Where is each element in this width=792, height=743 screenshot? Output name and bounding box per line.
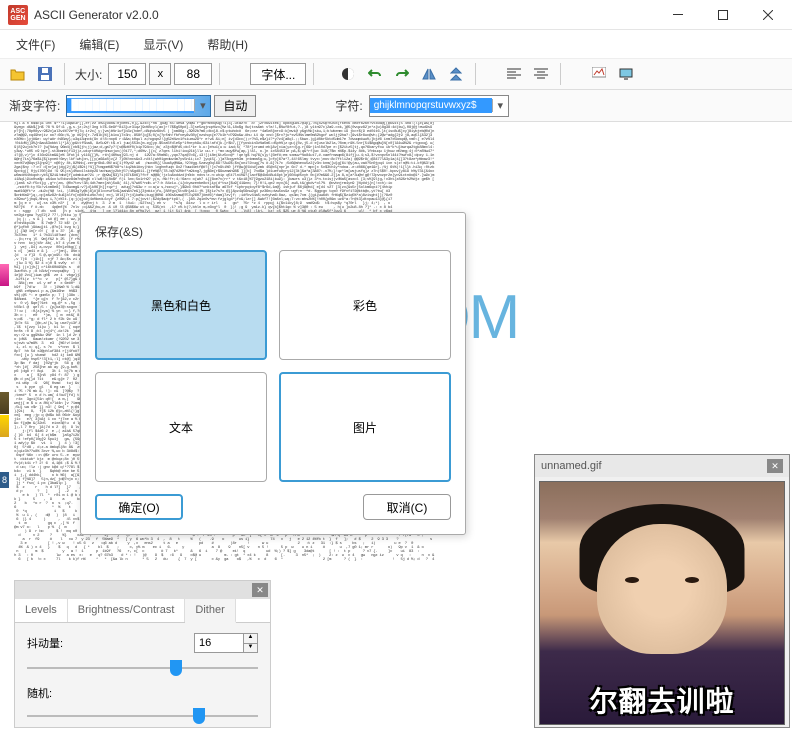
size-label: 大小: [75,66,102,83]
save-dialog: 保存(&S) 黑色和白色 彩色 文本 图片 确定(O) 取消(C) [80,212,466,535]
menu-view[interactable]: 显示(V) [133,32,193,57]
minimize-button[interactable] [655,0,700,30]
option-bw[interactable]: 黑色和白色 [95,250,267,360]
option-color[interactable]: 彩色 [279,250,451,360]
menu-edit[interactable]: 编辑(E) [69,32,129,57]
marker-pink [0,264,9,286]
tab-brightness-contrast[interactable]: Brightness/Contrast [68,599,186,622]
color-picker-button[interactable] [587,62,611,86]
window-title: ASCII Generator v2.0.0 [34,8,655,22]
undo-button[interactable] [363,62,387,86]
window-controls [655,0,790,30]
menu-help[interactable]: 帮助(H) [197,32,258,57]
option-image[interactable]: 图片 [279,372,451,482]
content-area: 8 %]l & h b$$c)& unt $**!1)uq$c3r[],er;z… [0,122,792,728]
dialog-title: 保存(&S) [81,213,465,250]
preview-image: 尔翻去训啦 [539,481,785,725]
save-button[interactable] [33,62,57,86]
option-text[interactable]: 文本 [95,372,267,482]
chevron-down-icon: ▾ [492,99,508,112]
flip-h-button[interactable] [417,62,441,86]
image-preview-window: unnamed.gif ✕ 尔翻去训啦 [534,454,790,728]
toolbar-1: 大小: x 字体... [0,58,792,90]
lock-aspect-button[interactable]: x [149,63,171,85]
dither-spinner[interactable]: ▲▼ [244,633,258,653]
marker-gold [0,415,9,437]
marker-blue: 8 [0,472,9,488]
auto-button[interactable]: 自动 [214,95,256,117]
font-button[interactable]: 字体... [250,63,306,85]
cancel-button[interactable]: 取消(C) [363,494,451,520]
invert-button[interactable] [336,62,360,86]
maximize-button[interactable] [700,0,745,30]
close-button[interactable] [745,0,790,30]
ok-button[interactable]: 确定(O) [95,494,183,520]
dither-label: 抖动量: [27,635,77,651]
flip-v-button[interactable] [444,62,468,86]
gradient-combo[interactable]: ████████████████████ ▾ [66,95,211,117]
adjustment-panel: ✕ Levels Brightness/Contrast Dither 抖动量:… [14,580,271,728]
dither-value-input[interactable] [194,633,244,653]
height-input[interactable] [174,63,212,85]
width-input[interactable] [108,63,146,85]
random-slider[interactable] [27,707,258,725]
random-label: 随机: [27,685,77,701]
gradient-label: 渐变字符: [9,97,60,114]
preview-close-button[interactable]: ✕ [767,459,783,473]
align-left-button[interactable] [502,62,526,86]
tab-levels[interactable]: Levels [15,599,68,622]
monitor-button[interactable] [614,62,638,86]
menu-file[interactable]: 文件(F) [6,32,65,57]
toolbar-2: 渐变字符: ████████████████████ ▾ 自动 字符: ghij… [0,90,792,122]
align-center-button[interactable] [529,62,553,86]
menubar: 文件(F) 编辑(E) 显示(V) 帮助(H) [0,30,792,58]
panel-close-button[interactable]: ✕ [252,583,268,597]
chars-combo[interactable]: ghijklmnopqrstuvwxyz$ ▾ [369,95,509,117]
marker-brown [0,392,9,414]
chevron-down-icon: ▾ [194,99,210,112]
redo-button[interactable] [390,62,414,86]
dither-slider[interactable] [27,659,258,677]
open-button[interactable] [6,62,30,86]
chars-label: 字符: [335,97,362,114]
image-caption: 尔翻去训啦 [540,680,784,720]
tab-dither[interactable]: Dither [185,599,235,623]
app-icon: ASCGEN [8,5,28,25]
titlebar: ASCGEN ASCII Generator v2.0.0 [0,0,792,30]
preview-filename: unnamed.gif [541,460,767,472]
